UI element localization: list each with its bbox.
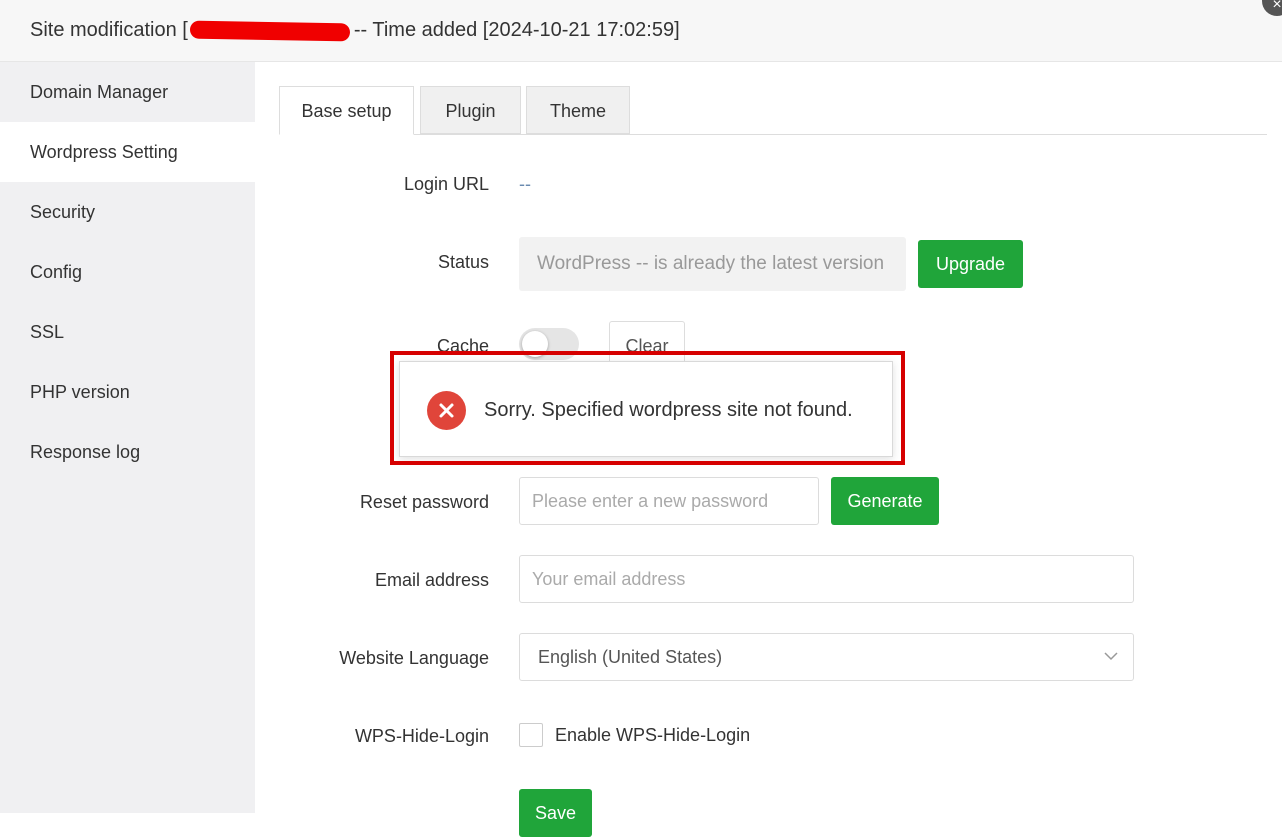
dialog-title-suffix: -- Time added [2024-10-21 17:02:59] (353, 19, 680, 41)
login-url-label: Login URL (403, 174, 489, 194)
wps-hide-login-checkbox[interactable] (519, 723, 543, 747)
website-language-label: Website Language (339, 648, 489, 668)
error-toast-message: Sorry. Specified wordpress site not foun… (484, 399, 853, 421)
wps-hide-login-label: WPS-Hide-Login (354, 726, 489, 746)
close-button[interactable]: × (1262, 0, 1282, 16)
tab-label: Plugin (445, 101, 496, 121)
generate-button[interactable]: Generate (831, 477, 939, 525)
tab-plugin[interactable]: Plugin (420, 86, 521, 134)
close-icon: × (1272, 0, 1282, 13)
save-button-label: Save (534, 803, 577, 823)
website-language-select[interactable]: English (United States) (519, 633, 1134, 681)
generate-button-label: Generate (847, 491, 923, 511)
error-toast: Sorry. Specified wordpress site not foun… (399, 361, 893, 457)
reset-password-label: Reset password (359, 492, 489, 512)
error-icon (427, 391, 466, 430)
save-button[interactable]: Save (519, 789, 592, 837)
redaction-mark (189, 20, 351, 41)
dialog-title: Site modification [ -- Time added [2024-… (30, 19, 680, 42)
cache-label: Cache (436, 336, 489, 356)
sidebar-item-label: Response log (30, 442, 141, 462)
wps-hide-login-checkbox-label: Enable WPS-Hide-Login (555, 725, 751, 745)
clear-button-label: Clear (625, 336, 669, 356)
login-url-value: -- (519, 174, 531, 194)
email-field[interactable]: Your email address (519, 555, 1134, 603)
sidebar-item-label: Domain Manager (30, 82, 169, 102)
sidebar-item-wordpress-setting[interactable]: Wordpress Setting (0, 122, 255, 182)
sidebar-item-label: Config (30, 262, 83, 282)
tab-theme[interactable]: Theme (526, 86, 630, 134)
sidebar-item-config[interactable]: Config (0, 242, 255, 302)
status-value: WordPress -- is already the latest versi… (519, 237, 906, 291)
sidebar-item-label: PHP version (30, 382, 130, 402)
sidebar: Domain Manager Wordpress Setting Securit… (0, 62, 255, 813)
status-label: Status (437, 252, 489, 272)
tab-bar: Base setup Plugin Theme (279, 86, 1267, 135)
reset-password-input[interactable]: Please enter a new password (519, 477, 819, 525)
sidebar-item-ssl[interactable]: SSL (0, 302, 255, 362)
tab-label: Theme (549, 101, 607, 121)
email-label: Email address (374, 570, 489, 590)
sidebar-item-label: Wordpress Setting (30, 142, 178, 162)
dialog-header: Site modification [ -- Time added [2024-… (0, 0, 1282, 62)
upgrade-button-label: Upgrade (935, 254, 1006, 274)
website-language-value: English (United States) (538, 647, 723, 667)
sidebar-item-label: Security (30, 202, 96, 222)
tab-label: Base setup (301, 101, 392, 121)
sidebar-item-domain-manager[interactable]: Domain Manager (0, 62, 255, 122)
tab-base-setup[interactable]: Base setup (279, 86, 414, 135)
sidebar-item-security[interactable]: Security (0, 182, 255, 242)
toggle-knob (522, 331, 548, 357)
upgrade-button[interactable]: Upgrade (918, 240, 1023, 288)
chevron-down-icon (1104, 652, 1118, 661)
sidebar-item-label: SSL (30, 322, 65, 342)
dialog-title-prefix: Site modification [ (30, 19, 188, 41)
cache-toggle[interactable] (519, 328, 579, 360)
sidebar-item-php-version[interactable]: PHP version (0, 362, 255, 422)
sidebar-item-response-log[interactable]: Response log (0, 422, 255, 482)
